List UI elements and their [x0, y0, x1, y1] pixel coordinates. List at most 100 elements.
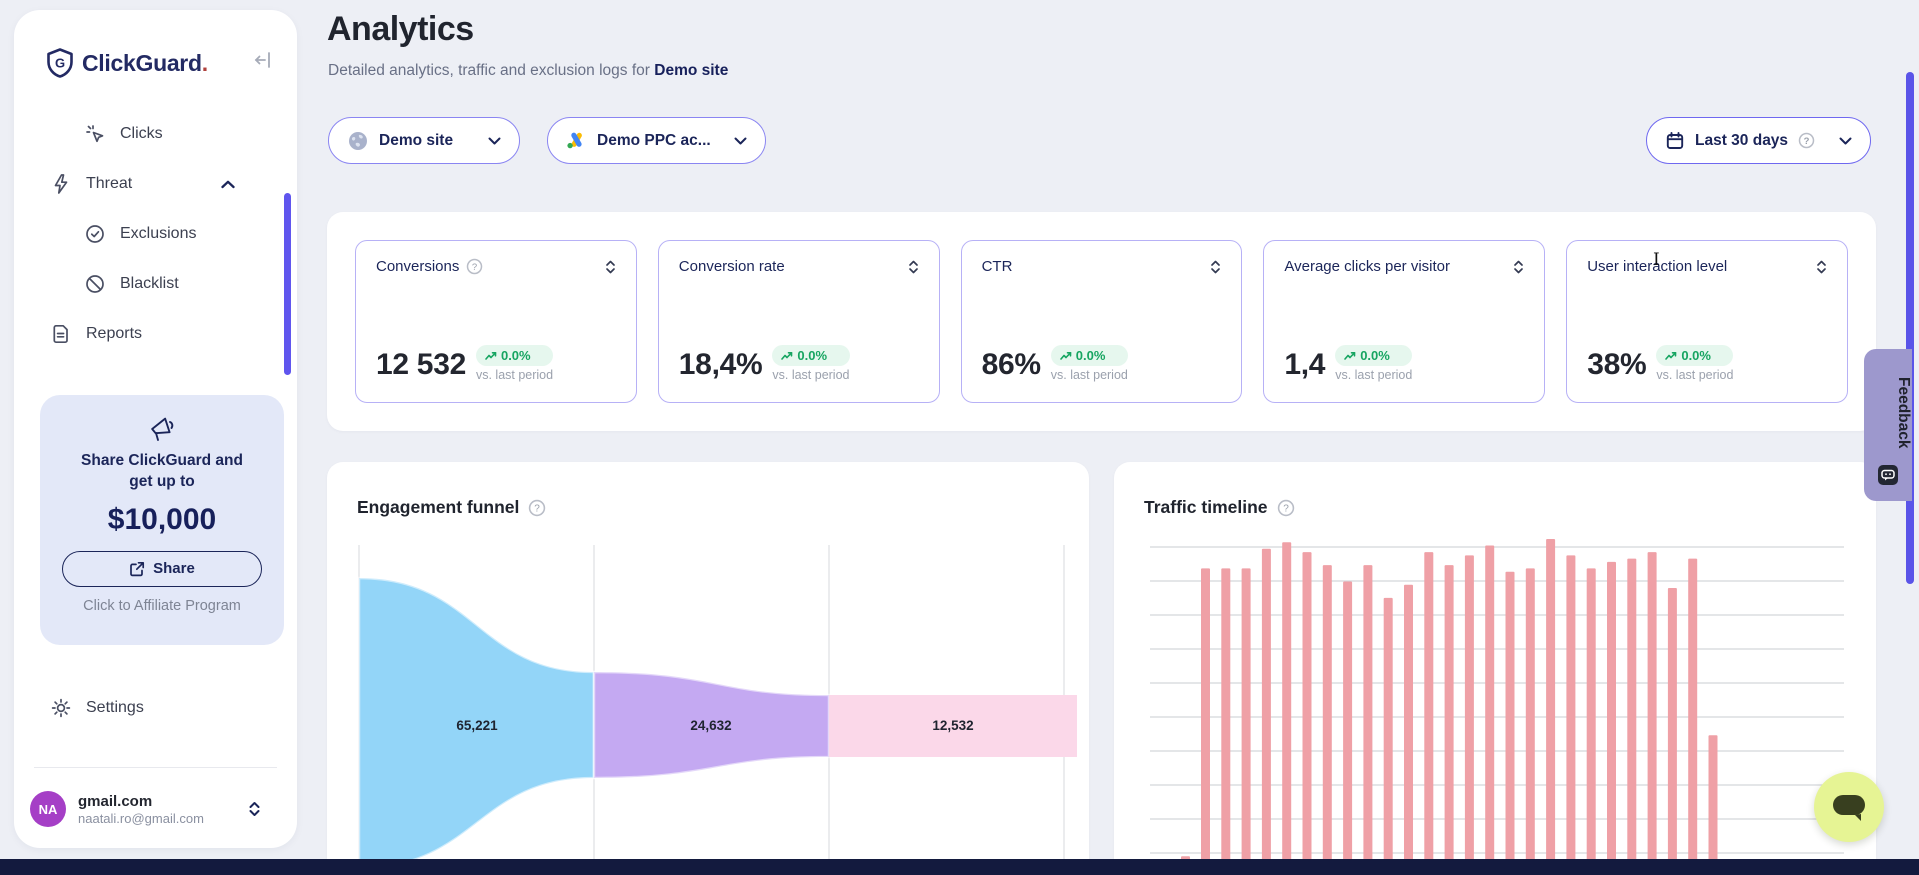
- sidebar-item-label: Exclusions: [120, 225, 196, 243]
- feedback-chat-icon: [1878, 465, 1898, 485]
- sidebar-item-label: Threat: [86, 175, 132, 193]
- scrollbar-thumb[interactable]: [1906, 72, 1914, 584]
- sidebar-item-exclusions[interactable]: Exclusions: [14, 209, 297, 259]
- stat-card-ctr: CTR 86% 0.0% vs. last period: [961, 240, 1243, 403]
- stat-label: Conversions: [376, 258, 459, 275]
- svg-text:?: ?: [535, 503, 541, 514]
- traffic-bar: [1242, 568, 1251, 866]
- settings-label: Settings: [86, 699, 144, 717]
- traffic-chart-title: Traffic timeline: [1144, 497, 1268, 518]
- promo-title-line1: Share ClickGuard and: [40, 451, 284, 472]
- feedback-tab[interactable]: Feedback: [1864, 349, 1912, 501]
- cursor-click-icon: [84, 123, 106, 145]
- clickguard-shield-icon: G: [46, 48, 74, 78]
- sidebar-item-threat[interactable]: Threat: [14, 159, 297, 209]
- compare-label: vs. last period: [1335, 368, 1412, 382]
- date-range-value: Last 30 days: [1695, 132, 1788, 150]
- traffic-bar: [1445, 565, 1454, 866]
- chevron-down-icon: [488, 137, 501, 145]
- traffic-timeline-card: Traffic timeline ?: [1114, 462, 1876, 875]
- chat-launcher-button[interactable]: [1814, 772, 1884, 842]
- date-range-selector[interactable]: Last 30 days ?: [1646, 117, 1871, 164]
- feedback-tab-label: Feedback: [1864, 363, 1912, 463]
- traffic-bar: [1485, 546, 1494, 866]
- page-subtitle: Detailed analytics, traffic and exclusio…: [328, 62, 728, 80]
- trending-up-icon: [1344, 351, 1356, 361]
- site-selector-value: Demo site: [379, 132, 453, 150]
- traffic-bar: [1404, 585, 1413, 866]
- delta-badge: 0.0%: [1656, 345, 1733, 366]
- sort-icon[interactable]: [605, 259, 616, 275]
- account-switcher[interactable]: NA gmail.com naatali.ro@gmail.com: [14, 781, 297, 837]
- stat-value: 38%: [1587, 348, 1646, 382]
- delta-value: 0.0%: [1076, 348, 1106, 363]
- funnel-value-label: 24,632: [690, 718, 731, 733]
- sidebar-item-blacklist[interactable]: Blacklist: [14, 259, 297, 309]
- traffic-bar: [1262, 549, 1271, 866]
- traffic-bar: [1709, 735, 1718, 866]
- avatar: NA: [30, 791, 66, 827]
- sidebar-divider: [34, 767, 277, 768]
- funnel-chart: 65,221 24,632 12,532: [357, 535, 1077, 875]
- text-cursor: I: [1653, 250, 1660, 270]
- brand-dot: .: [202, 50, 208, 76]
- share-button-label: Share: [153, 560, 195, 577]
- calendar-icon: [1665, 131, 1685, 151]
- traffic-bar: [1668, 588, 1677, 866]
- share-button[interactable]: Share: [62, 551, 262, 587]
- stat-label: CTR: [982, 258, 1013, 275]
- sort-icon[interactable]: [1513, 259, 1524, 275]
- delta-value: 0.0%: [1681, 348, 1711, 363]
- account-name: gmail.com: [78, 793, 204, 810]
- help-icon[interactable]: ?: [1277, 499, 1295, 517]
- sidebar-item-label: Blacklist: [120, 275, 179, 293]
- promo-amount: $10,000: [40, 503, 284, 537]
- chevron-up-icon[interactable]: [221, 180, 235, 189]
- promo-title-line2: get up to: [40, 472, 284, 493]
- chevron-up-down-icon: [248, 800, 261, 818]
- traffic-bar-chart: [1144, 530, 1856, 875]
- delta-badge: 0.0%: [1051, 345, 1128, 366]
- traffic-bar: [1688, 559, 1697, 866]
- stat-label: Conversion rate: [679, 258, 785, 275]
- delta-value: 0.0%: [501, 348, 531, 363]
- affiliate-promo-card[interactable]: Share ClickGuard and get up to $10,000 S…: [40, 395, 284, 645]
- stat-card-conversion-rate: Conversion rate 18,4% 0.0% vs. last peri…: [658, 240, 940, 403]
- svg-text:?: ?: [1283, 503, 1289, 514]
- compare-label: vs. last period: [1656, 368, 1733, 382]
- traffic-bar: [1363, 565, 1372, 866]
- compare-label: vs. last period: [772, 368, 849, 382]
- help-icon[interactable]: ?: [528, 499, 546, 517]
- trending-up-icon: [485, 351, 497, 361]
- stat-value: 1,4: [1284, 348, 1325, 382]
- sidebar-collapse-icon[interactable]: [252, 48, 276, 72]
- help-icon[interactable]: ?: [466, 258, 483, 275]
- sidebar-item-label: Reports: [86, 325, 142, 343]
- sidebar-item-settings[interactable]: Settings: [14, 688, 297, 728]
- traffic-bar: [1627, 559, 1636, 866]
- sidebar-item-clicks[interactable]: Clicks: [14, 109, 297, 159]
- help-icon[interactable]: ?: [1798, 132, 1815, 149]
- lightning-icon: [50, 173, 72, 195]
- badge-check-icon: [84, 223, 106, 245]
- sidebar: G ClickGuard. Clicks Threat: [14, 10, 297, 848]
- delta-badge: 0.0%: [1335, 345, 1412, 366]
- brand-logo[interactable]: G ClickGuard.: [46, 46, 266, 80]
- page-subtitle-site: Demo site: [654, 62, 728, 79]
- svg-text:?: ?: [472, 262, 477, 273]
- funnel-value-label: 65,221: [456, 718, 498, 733]
- engagement-funnel-card: Engagement funnel ? 65,221 24,632 12,532: [327, 462, 1089, 875]
- brand-name: ClickGuard: [82, 50, 202, 76]
- delta-value: 0.0%: [1360, 348, 1390, 363]
- stat-card-conversions: Conversions ? 12 532 0.0% vs. last perio…: [355, 240, 637, 403]
- sidebar-item-reports[interactable]: Reports: [14, 309, 297, 359]
- ppc-account-selector[interactable]: Demo PPC ac...: [547, 117, 766, 164]
- sort-icon[interactable]: [908, 259, 919, 275]
- site-selector[interactable]: Demo site: [328, 117, 520, 164]
- sort-icon[interactable]: [1210, 259, 1221, 275]
- sidebar-item-label: Clicks: [120, 125, 163, 143]
- traffic-bar: [1343, 582, 1352, 866]
- delta-badge: 0.0%: [772, 345, 849, 366]
- traffic-bar: [1526, 568, 1535, 866]
- sort-icon[interactable]: [1816, 259, 1827, 275]
